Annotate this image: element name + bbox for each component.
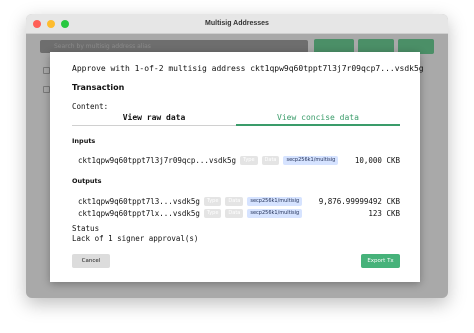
cancel-button[interactable]: Cancel xyxy=(72,254,110,268)
inputs-heading: Inputs xyxy=(72,137,96,145)
approve-text: Approve with 1-of-2 multisig address ckt… xyxy=(72,64,424,73)
input-amount: 10,000 CKB xyxy=(354,156,400,165)
output-row: ckt1qpw9q60tppt7l3...vsdk5g Type Data se… xyxy=(78,196,400,207)
output-address: ckt1qpw9q60tppt7l3...vsdk5g xyxy=(78,197,200,206)
input-row: ckt1qpw9q60tppt7l3j7r09qcp...vsdk5g Type… xyxy=(78,155,400,166)
type-chip: Type xyxy=(203,197,222,206)
type-chip: Type xyxy=(203,209,222,218)
outputs-heading: Outputs xyxy=(72,177,102,185)
output-row: ckt1qpw9q60tppt7lx...vsdk5g Type Data se… xyxy=(78,208,400,219)
tab-view-raw-data[interactable]: View raw data xyxy=(72,112,236,126)
status-label: Status xyxy=(72,224,100,233)
approve-dialog: Approve with 1-of-2 multisig address ckt… xyxy=(50,52,424,282)
row-checkbox[interactable] xyxy=(43,67,50,74)
output-amount: 123 CKB xyxy=(368,209,400,218)
data-chip: Data xyxy=(261,156,280,165)
tab-view-concise-data[interactable]: View concise data xyxy=(236,112,400,126)
output-address: ckt1qpw9q60tppt7lx...vsdk5g xyxy=(78,209,200,218)
type-chip: Type xyxy=(240,156,258,165)
output-amount: 9,876.99999492 CKB xyxy=(318,197,400,206)
status-value: Lack of 1 signer approval(s) xyxy=(72,234,199,243)
data-chip: Data xyxy=(225,197,244,206)
data-chip: Data xyxy=(225,209,244,218)
transaction-heading: Transaction xyxy=(72,83,125,92)
lock-chip: secp256k1/multisig xyxy=(247,209,303,218)
export-tx-button[interactable]: Export Tx xyxy=(361,254,400,268)
status-block: Status Lack of 1 signer approval(s) xyxy=(72,224,198,244)
row-checkbox[interactable] xyxy=(43,86,50,93)
lock-chip: secp256k1/multisig xyxy=(283,156,339,165)
content-label: Content: xyxy=(72,102,109,111)
window-title: Multisig Addresses xyxy=(205,20,269,27)
title-bar: Multisig Addresses xyxy=(26,14,448,34)
lock-chip: secp256k1/multisig xyxy=(247,197,303,206)
input-address: ckt1qpw9q60tppt7l3j7r09qcp...vsdk5g xyxy=(78,156,237,165)
